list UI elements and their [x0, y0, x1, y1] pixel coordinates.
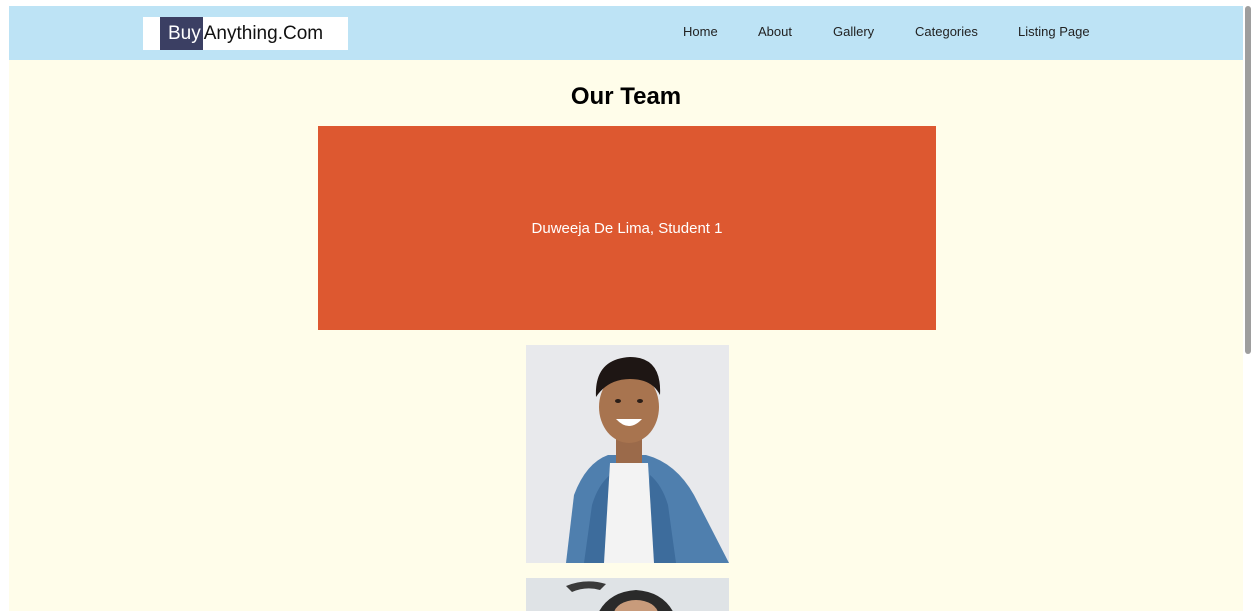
team-member-photo [526, 345, 729, 563]
nav-links: Home About Gallery Categories Listing Pa… [9, 6, 1243, 60]
navbar: Buy Anything.Com Home About Gallery Cate… [9, 6, 1243, 60]
person-photo-illustration [526, 345, 729, 563]
page: Buy Anything.Com Home About Gallery Cate… [9, 6, 1243, 611]
nav-link-gallery[interactable]: Gallery [833, 24, 874, 39]
nav-link-about[interactable]: About [758, 24, 792, 39]
nav-link-listing-page[interactable]: Listing Page [1018, 24, 1090, 39]
nav-link-categories[interactable]: Categories [915, 24, 978, 39]
person-photo-illustration-2 [526, 578, 729, 611]
team-member-caption: Duweeja De Lima, Student 1 [531, 219, 723, 237]
page-title: Our Team [570, 83, 682, 110]
scrollbar-thumb[interactable] [1245, 6, 1251, 354]
team-member-photo-2 [526, 578, 729, 611]
nav-link-home[interactable]: Home [683, 24, 718, 39]
team-member-card: Duweeja De Lima, Student 1 [318, 126, 936, 330]
